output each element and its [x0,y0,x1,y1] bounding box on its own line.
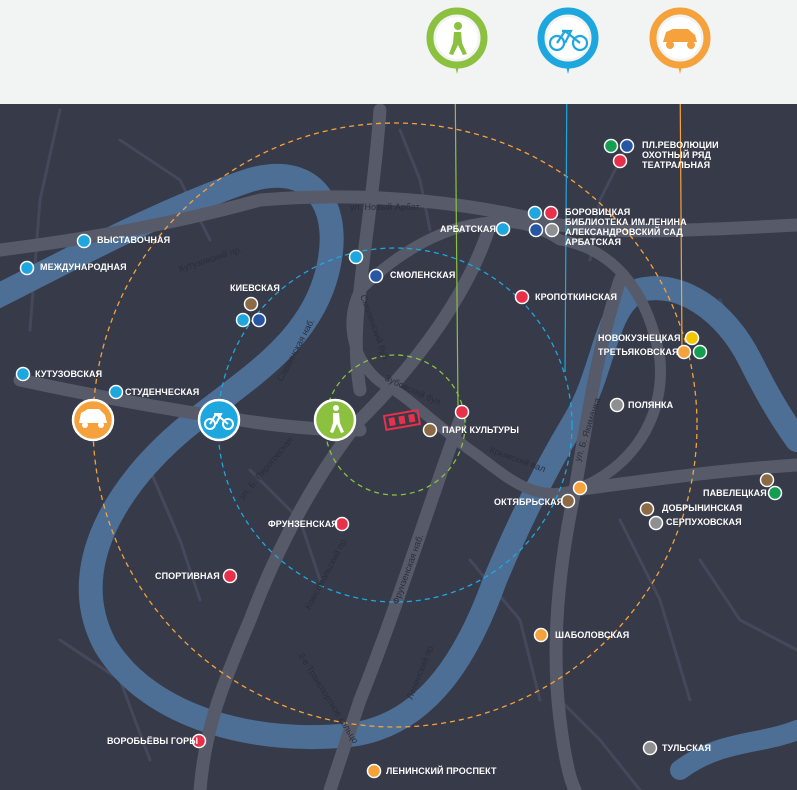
metro-station-dot[interactable] [235,312,251,328]
station-label[interactable]: ПОЛЯНКА [628,400,673,410]
metro-station-dot[interactable] [222,568,238,584]
metro-station-dot[interactable] [642,740,658,756]
metro-station-dot[interactable] [603,138,619,154]
station-label[interactable]: ШАБОЛОВСКАЯ [555,630,629,640]
station-label[interactable]: ЛЕНИНСКИЙ ПРОСПЕКТ [386,766,497,776]
station-label[interactable]: ВОРОБЬЁВЫ ГОРЫ [107,736,198,746]
station-label[interactable]: КИЕВСКАЯ [230,283,280,293]
metro-station-dot[interactable] [692,344,708,360]
metro-station-dot[interactable] [108,384,124,400]
station-label[interactable]: ОКТЯБРЬСКАЯ [494,497,563,507]
city-map[interactable]: ул. Новый Арбат Кутузовский пр. Саввинск… [0,0,797,790]
car-ring-badge[interactable] [71,398,115,442]
metro-station-dot[interactable] [454,404,470,420]
metro-station-dot[interactable] [528,222,544,238]
metro-station-dot[interactable] [767,485,783,501]
station-label[interactable]: СТУДЕНЧЕСКАЯ [125,387,199,397]
metro-station-dot[interactable] [368,268,384,284]
station-label[interactable]: ТРЕТЬЯКОВСКАЯ [598,347,679,357]
metro-station-dot[interactable] [422,422,438,438]
metro-station-dot[interactable] [243,296,259,312]
station-label[interactable]: ВЫСТАВОЧНАЯ [97,235,170,245]
metro-station-dot[interactable] [514,289,530,305]
station-label[interactable]: ОХОТНЫЙ РЯД [642,150,711,160]
metro-station-dot[interactable] [619,138,635,154]
bike-ring-badge[interactable] [197,398,241,442]
metro-station-dot[interactable] [544,222,560,238]
station-label[interactable]: МЕЖДУНАРОДНАЯ [40,262,127,272]
station-label[interactable]: БОРОВИЦКАЯ [565,207,630,217]
metro-station-dot[interactable] [572,480,588,496]
walk-mode-pin[interactable] [426,7,488,74]
station-label[interactable]: ПЛ.РЕВОЛЮЦИИ [642,140,719,150]
station-label[interactable]: КУТУЗОВСКАЯ [35,369,102,379]
station-label[interactable]: ДОБРЫНИНСКАЯ [662,503,742,513]
station-label[interactable]: СПОРТИВНАЯ [155,571,220,581]
metro-station-dot[interactable] [684,330,700,346]
metro-station-dot[interactable] [19,260,35,276]
map-page: ул. Новый Арбат Кутузовский пр. Саввинск… [0,0,797,790]
metro-station-dot[interactable] [560,493,576,509]
metro-station-dot[interactable] [527,205,543,221]
station-label[interactable]: АЛЕКСАНДРОВСКИЙ САД [565,227,683,237]
metro-station-dot[interactable] [759,472,775,488]
station-label[interactable]: БИБЛИОТЕКА ИМ.ЛЕНИНА [565,217,687,227]
metro-station-dot[interactable] [612,153,628,169]
station-label[interactable]: СМОЛЕНСКАЯ [390,270,455,280]
metro-station-dot[interactable] [639,501,655,517]
station-label[interactable]: СЕРПУХОВСКАЯ [666,517,742,527]
station-label[interactable]: ПАРК КУЛЬТУРЫ [442,425,519,435]
station-label[interactable]: АРБАТСКАЯ [565,237,621,247]
station-label[interactable]: ПАВЕЛЕЦКАЯ [703,488,767,498]
metro-station-dot[interactable] [76,233,92,249]
walk-ring-badge[interactable] [313,398,357,442]
metro-station-dot[interactable] [533,627,549,643]
station-label[interactable]: ТУЛЬСКАЯ [662,743,711,753]
metro-station-dot[interactable] [609,397,625,413]
station-label[interactable]: ТЕАТРАЛЬНАЯ [642,160,710,170]
bike-mode-pin[interactable] [537,7,599,74]
station-label[interactable]: ФРУНЗЕНСКАЯ [268,519,338,529]
metro-station-dot[interactable] [676,344,692,360]
station-label[interactable]: АРБАТСКАЯ [440,224,496,234]
metro-station-dot[interactable] [348,249,364,265]
station-label[interactable]: НОВОКУЗНЕЦКАЯ [598,333,681,343]
metro-station-dot[interactable] [543,205,559,221]
car-mode-pin[interactable] [649,7,711,74]
street-label: ул. Новый Арбат [350,202,420,212]
metro-station-dot[interactable] [495,221,511,237]
metro-station-dot[interactable] [251,312,267,328]
metro-station-dot[interactable] [648,515,664,531]
metro-station-dot[interactable] [366,763,382,779]
station-label[interactable]: КРОПОТКИНСКАЯ [535,292,617,302]
metro-station-dot[interactable] [15,366,31,382]
